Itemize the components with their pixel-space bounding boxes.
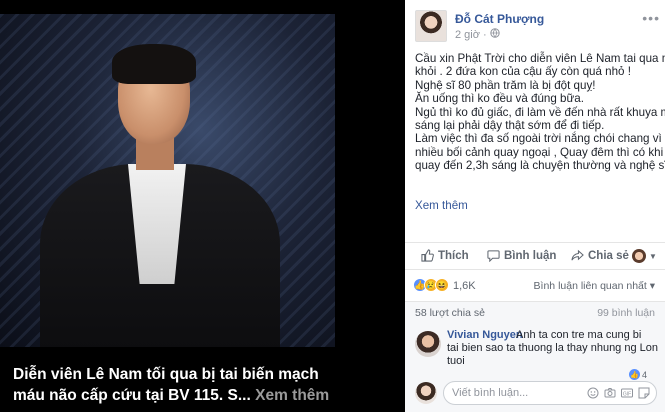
post-line: nhiều bối cảnh quay ngoại , Quay đêm thì…	[415, 145, 664, 159]
post-line: khỏi . 2 đứa kon của cậu ấy còn quá nhỏ …	[415, 65, 631, 79]
post-meta: 2 giờ ·	[455, 28, 500, 41]
comment-like-count: 4	[641, 369, 647, 380]
post-line: quay đến 2,3h sáng là chuyện thường và n…	[415, 159, 665, 173]
commenter-avatar[interactable]	[415, 331, 441, 357]
post-body: Cầu xin Phật Trời cho diễn viên Lê Nam t…	[415, 52, 665, 173]
post-line: Ăn uống thì ko đều và đúng bữa.	[415, 92, 584, 106]
composer-icons: GIF	[587, 387, 650, 399]
post-line: Ngủ thì ko đủ giấc, đi làm về đến nhà rấ…	[415, 105, 665, 119]
photo-viewer: Diễn viên Lê Nam tối qua bị tai biến mạc…	[0, 0, 405, 412]
chevron-down-icon: ▼	[649, 251, 657, 261]
like-button[interactable]: Thích	[421, 249, 469, 262]
svg-text:GIF: GIF	[623, 391, 631, 397]
post-time[interactable]: 2 giờ	[455, 29, 480, 41]
author-avatar[interactable]	[415, 10, 447, 42]
see-more-link[interactable]: Xem thêm	[415, 199, 468, 212]
post-actions-bar: Thích Bình luận Chia sẻ ▼	[405, 242, 665, 270]
post-side-panel: Đỗ Cát Phượng 2 giờ · ••• Cầu xin Phật T…	[405, 0, 665, 412]
post-line: Nghệ sĩ 80 phần trăm là bị đột quỵ!	[415, 78, 596, 92]
author-name-link[interactable]: Đỗ Cát Phượng	[455, 12, 544, 26]
comment-like-badge[interactable]: 👍 4	[628, 369, 647, 380]
comment-text: tuoi	[447, 355, 465, 367]
dot-separator: ·	[483, 29, 487, 41]
post-photo[interactable]	[0, 14, 335, 347]
sticker-icon[interactable]	[638, 387, 650, 399]
post-as-selector[interactable]: ▼	[632, 249, 657, 263]
camera-icon[interactable]	[604, 387, 616, 399]
like-badge-icon: 👍	[628, 369, 640, 380]
comment-bubble-icon	[487, 250, 500, 262]
comment-input-placeholder: Viết bình luận...	[452, 387, 529, 399]
current-user-avatar	[415, 382, 437, 404]
share-button[interactable]: Chia sẻ	[571, 249, 629, 262]
comment-text: Anh ta con tre ma cung bi	[516, 329, 642, 341]
post-line: sáng lại phải dậy thật sớm để đi tiếp.	[415, 119, 605, 133]
comment-label: Bình luận	[504, 249, 557, 262]
share-arrow-icon	[571, 249, 584, 261]
haha-reaction-icon: 😆	[435, 278, 449, 292]
photo-figure-hair	[112, 44, 196, 84]
share-label: Chia sẻ	[588, 249, 629, 262]
comments-section: Vivian Nguyen Anh ta con tre ma cung bi …	[405, 321, 665, 412]
emoji-icon[interactable]	[587, 387, 599, 399]
mini-avatar	[632, 249, 646, 263]
post-header: Đỗ Cát Phượng 2 giờ · •••	[415, 10, 660, 44]
caption-see-more-link[interactable]: Xem thêm	[255, 387, 329, 404]
comment-filter-dropdown[interactable]: Bình luận liên quan nhất ▾	[534, 280, 655, 292]
post-line: Cầu xin Phật Trời cho diễn viên Lê Nam t…	[415, 52, 665, 65]
post-line: Làm việc thì đa số ngoài trời nắng chói …	[415, 132, 665, 146]
thumbs-up-icon	[421, 249, 434, 262]
comment-text: tai bien sao ta thuong la thay nhung ng …	[447, 342, 659, 354]
share-count[interactable]: 58 lượt chia sẻ	[415, 307, 485, 319]
gif-icon[interactable]: GIF	[621, 387, 633, 399]
like-label: Thích	[438, 249, 469, 262]
photo-caption: Diễn viên Lê Nam tối qua bị tai biến mạc…	[13, 364, 343, 406]
reaction-icons[interactable]: 👍 😢 😆	[413, 278, 449, 292]
reaction-count[interactable]: 1,6K	[453, 280, 476, 292]
comment-input[interactable]: Viết bình luận... GIF	[443, 381, 657, 405]
stats-row: 58 lượt chia sẻ 99 bình luận	[405, 301, 665, 321]
comment-count[interactable]: 99 bình luận	[597, 307, 655, 319]
commenter-name-link[interactable]: Vivian Nguyen	[447, 329, 523, 341]
reactions-row: 👍 😢 😆 1,6K Bình luận liên quan nhất ▾	[405, 276, 665, 296]
comment-button[interactable]: Bình luận	[487, 249, 556, 262]
globe-icon	[490, 28, 500, 41]
more-options-icon[interactable]: •••	[642, 10, 660, 26]
